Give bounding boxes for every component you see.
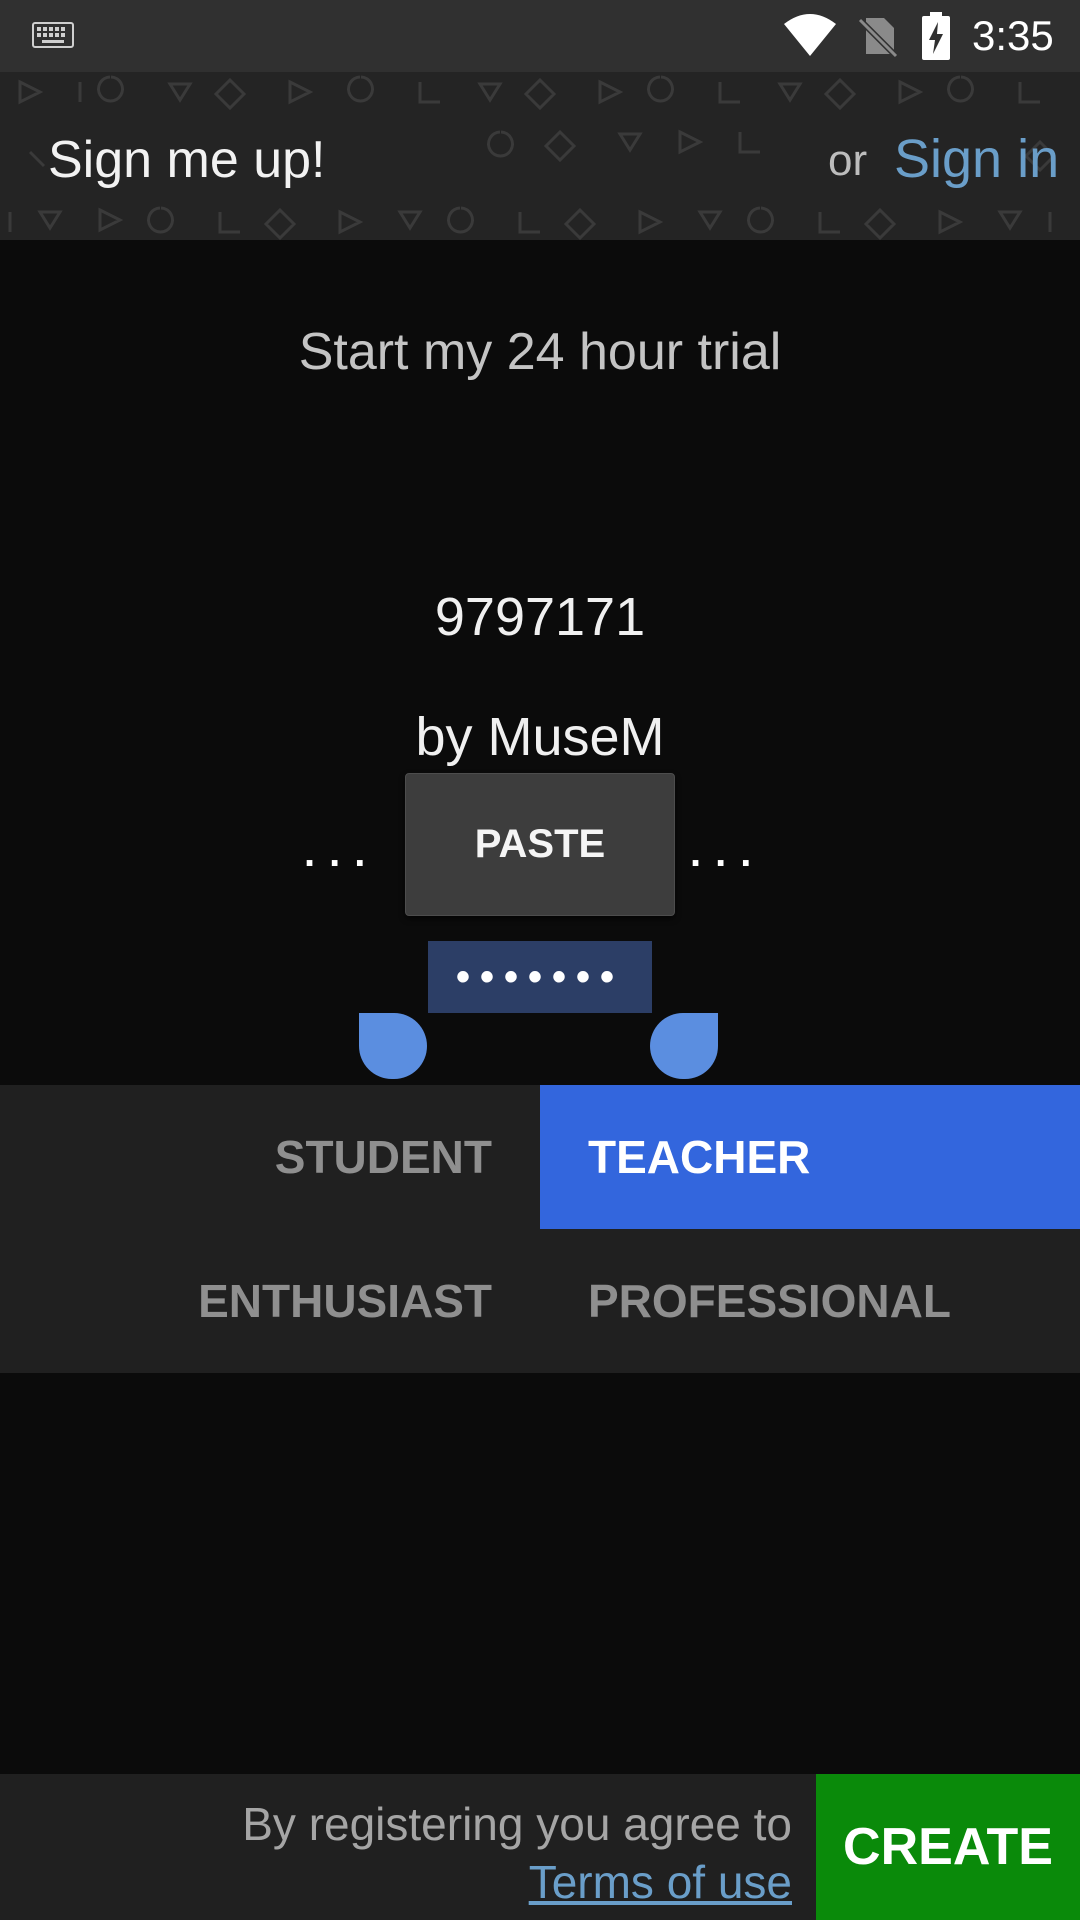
menu-ellipsis-right[interactable]: ...: [690, 833, 765, 873]
sign-in-link[interactable]: Sign in: [894, 128, 1059, 190]
page-title: Sign me up!: [48, 131, 326, 189]
menu-ellipsis-left[interactable]: ...: [304, 833, 379, 873]
status-bar: 3:35: [0, 0, 1080, 72]
terms-of-use-link[interactable]: Terms of use: [529, 1854, 792, 1910]
trial-heading: Start my 24 hour trial: [298, 323, 782, 381]
footer-bar: By registering you agree to Terms of use…: [0, 1774, 1080, 1920]
create-button[interactable]: CREATE: [816, 1774, 1080, 1920]
role-option-professional[interactable]: PROFESSIONAL: [540, 1229, 1080, 1373]
score-code: 9797171: [434, 587, 646, 647]
role-selector: STUDENT TEACHER ENTHUSIAST PROFESSIONAL: [0, 1085, 1080, 1373]
password-field[interactable]: •••••••: [428, 941, 652, 1013]
role-option-enthusiast[interactable]: ENTHUSIAST: [0, 1229, 540, 1373]
selection-handle-left[interactable]: [359, 1013, 427, 1079]
role-option-teacher[interactable]: TEACHER: [540, 1085, 1080, 1229]
wifi-icon: [784, 14, 836, 56]
battery-charging-icon: [922, 12, 950, 60]
no-sim-icon: [858, 17, 898, 58]
header-bar: Sign me up! or Sign in: [0, 72, 1080, 240]
or-label: or: [828, 136, 868, 185]
status-clock: 3:35: [972, 12, 1054, 59]
selection-handle-right[interactable]: [650, 1013, 718, 1079]
agreement-text: By registering you agree to: [242, 1798, 792, 1850]
paste-button[interactable]: PASTE: [405, 773, 675, 916]
keyboard-icon: [32, 22, 74, 48]
role-option-student[interactable]: STUDENT: [0, 1085, 540, 1229]
author-label: by MuseM: [415, 707, 665, 767]
